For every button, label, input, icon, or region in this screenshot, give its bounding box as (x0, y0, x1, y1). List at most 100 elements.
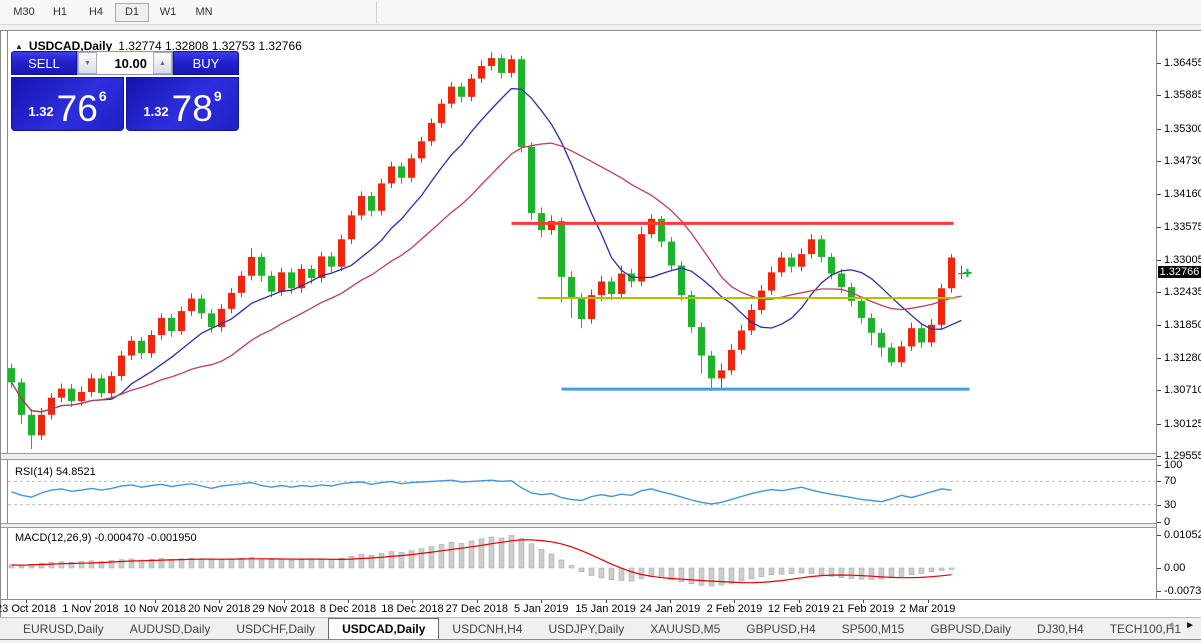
candle (188, 293, 195, 315)
buy-price-box[interactable]: 1.32 78 9 (126, 77, 239, 131)
macd-histogram-bar (59, 562, 64, 568)
candle (98, 374, 105, 397)
price-axis-label: 1.35885 (1164, 89, 1201, 101)
price-axis-tick (1157, 390, 1161, 391)
date-axis-label: 24 Jan 2019 (640, 603, 701, 615)
date-axis-label: 29 Nov 2018 (252, 603, 314, 615)
panel-splitter-rsi[interactable] (1, 453, 1201, 460)
volume-spinner: ▼ 10.00 ▲ (77, 51, 173, 75)
price-axis-tick (1157, 95, 1161, 96)
symbol-tab-usdcnh-h4[interactable]: USDCNH,H4 (439, 618, 535, 639)
symbol-tab-usdchf-daily[interactable]: USDCHF,Daily (223, 618, 328, 639)
candle (648, 214, 655, 238)
tab-scroll-right-icon[interactable]: ► (1185, 620, 1195, 631)
symbol-tab-dj30-h4[interactable]: DJ30,H4 (1024, 618, 1097, 639)
candle (258, 253, 265, 281)
candle (508, 55, 515, 77)
volume-input[interactable]: 10.00 (97, 52, 153, 74)
buy-button[interactable]: BUY (173, 51, 239, 75)
macd-histogram-bar (889, 568, 894, 578)
macd-axis-label: 0.00 (1164, 562, 1185, 574)
candle (378, 179, 385, 215)
date-axis-label: 23 Oct 2018 (0, 603, 56, 615)
rsi-axis-tick (1157, 481, 1161, 482)
macd-histogram-bar (759, 568, 764, 577)
macd-histogram-bar (539, 549, 544, 568)
date-axis-label: 12 Feb 2019 (768, 603, 830, 615)
date-axis-label: 1 Nov 2018 (62, 603, 118, 615)
price-axis-tick (1157, 325, 1161, 326)
price-axis-label: 1.33575 (1164, 221, 1201, 233)
sell-button[interactable]: SELL (11, 51, 77, 75)
macd-histogram-bar (729, 568, 734, 583)
price-axis-tick (1157, 358, 1161, 359)
timeframe-button-d1[interactable]: D1 (115, 3, 149, 22)
symbol-tab-bar: EURUSD,DailyAUDUSD,DailyUSDCHF,DailyUSDC… (0, 617, 1201, 640)
timeframe-button-h4[interactable]: H4 (79, 3, 113, 22)
candle (448, 82, 455, 108)
candle (408, 154, 415, 182)
symbol-tab-eurusd-daily[interactable]: EURUSD,Daily (10, 618, 117, 639)
symbol-tab-usdcad-daily[interactable]: USDCAD,Daily (328, 618, 439, 639)
macd-histogram-bar (79, 561, 84, 568)
candle (28, 409, 35, 449)
timeframe-button-m30[interactable]: M30 (7, 3, 41, 22)
macd-histogram-bar (319, 559, 324, 568)
macd-histogram-bar (289, 560, 294, 568)
sell-price-box[interactable]: 1.32 76 6 (11, 77, 124, 131)
price-marker-plus-icon (964, 269, 972, 277)
candle (848, 283, 855, 307)
rsi-axis-label: 70 (1164, 475, 1176, 487)
symbol-tab-usdjpy-daily[interactable]: USDJPY,Daily (535, 618, 637, 639)
symbol-tab-gbpusd-daily[interactable]: GBPUSD,Daily (917, 618, 1024, 639)
timeframe-button-mn[interactable]: MN (187, 3, 221, 22)
macd-histogram-bar (939, 568, 944, 570)
macd-histogram-bar (309, 560, 314, 568)
timeframe-toolbar: M30H1H4D1W1MN (0, 0, 1201, 25)
volume-increase-icon[interactable]: ▲ (153, 52, 172, 74)
tab-scroll-left-icon[interactable]: ◄ (1165, 620, 1175, 631)
candle (158, 313, 165, 339)
candle (318, 252, 325, 283)
candle (488, 52, 495, 70)
symbol-tab-xauusd-m5[interactable]: XAUUSD,M5 (637, 618, 733, 639)
candle (548, 215, 555, 234)
rsi-indicator-chart[interactable] (8, 463, 1156, 523)
timeframe-button-w1[interactable]: W1 (151, 3, 185, 22)
macd-histogram-bar (259, 559, 264, 568)
candle (858, 296, 865, 323)
price-axis[interactable]: 1.364551.358851.353001.347301.341601.335… (1157, 31, 1201, 599)
symbol-tab-audusd-daily[interactable]: AUDUSD,Daily (117, 618, 224, 639)
price-axis-tick (1157, 227, 1161, 228)
date-axis-label: 10 Nov 2018 (124, 603, 186, 615)
mt4-application: M30H1H4D1W1MN ▲ USDCAD,Daily 1.32774 1.3… (0, 0, 1201, 643)
macd-histogram-bar (479, 539, 484, 568)
date-axis[interactable]: 23 Oct 20181 Nov 201810 Nov 201820 Nov 2… (1, 600, 1201, 617)
price-axis-label: 1.35300 (1164, 123, 1201, 135)
candle (198, 295, 205, 320)
candle (468, 74, 475, 101)
symbol-tab-u[interactable]: U (1194, 618, 1201, 639)
macd-histogram-bar (559, 560, 564, 568)
date-axis-label: 5 Jan 2019 (514, 603, 568, 615)
symbol-tab-gbpusd-h4[interactable]: GBPUSD,H4 (733, 618, 828, 639)
symbol-tab-sp500-m15[interactable]: SP500,M15 (829, 618, 918, 639)
macd-histogram-bar (489, 537, 494, 568)
candle (178, 307, 185, 335)
candle (108, 372, 115, 398)
candle (8, 364, 15, 389)
candle (48, 393, 55, 419)
timeframe-button-h1[interactable]: H1 (43, 3, 77, 22)
macd-histogram-bar (409, 551, 414, 568)
candle (558, 218, 565, 303)
panel-splitter-macd[interactable] (1, 523, 1201, 528)
rsi-axis-tick (1157, 465, 1161, 466)
collapse-icon[interactable]: ▲ (15, 42, 23, 51)
macd-histogram-bar (899, 568, 904, 576)
candle (788, 253, 795, 272)
toolbar-separator (376, 2, 377, 23)
candle (458, 83, 465, 103)
candle (658, 216, 665, 247)
price-axis-tick (1157, 63, 1161, 64)
volume-decrease-icon[interactable]: ▼ (78, 52, 97, 74)
